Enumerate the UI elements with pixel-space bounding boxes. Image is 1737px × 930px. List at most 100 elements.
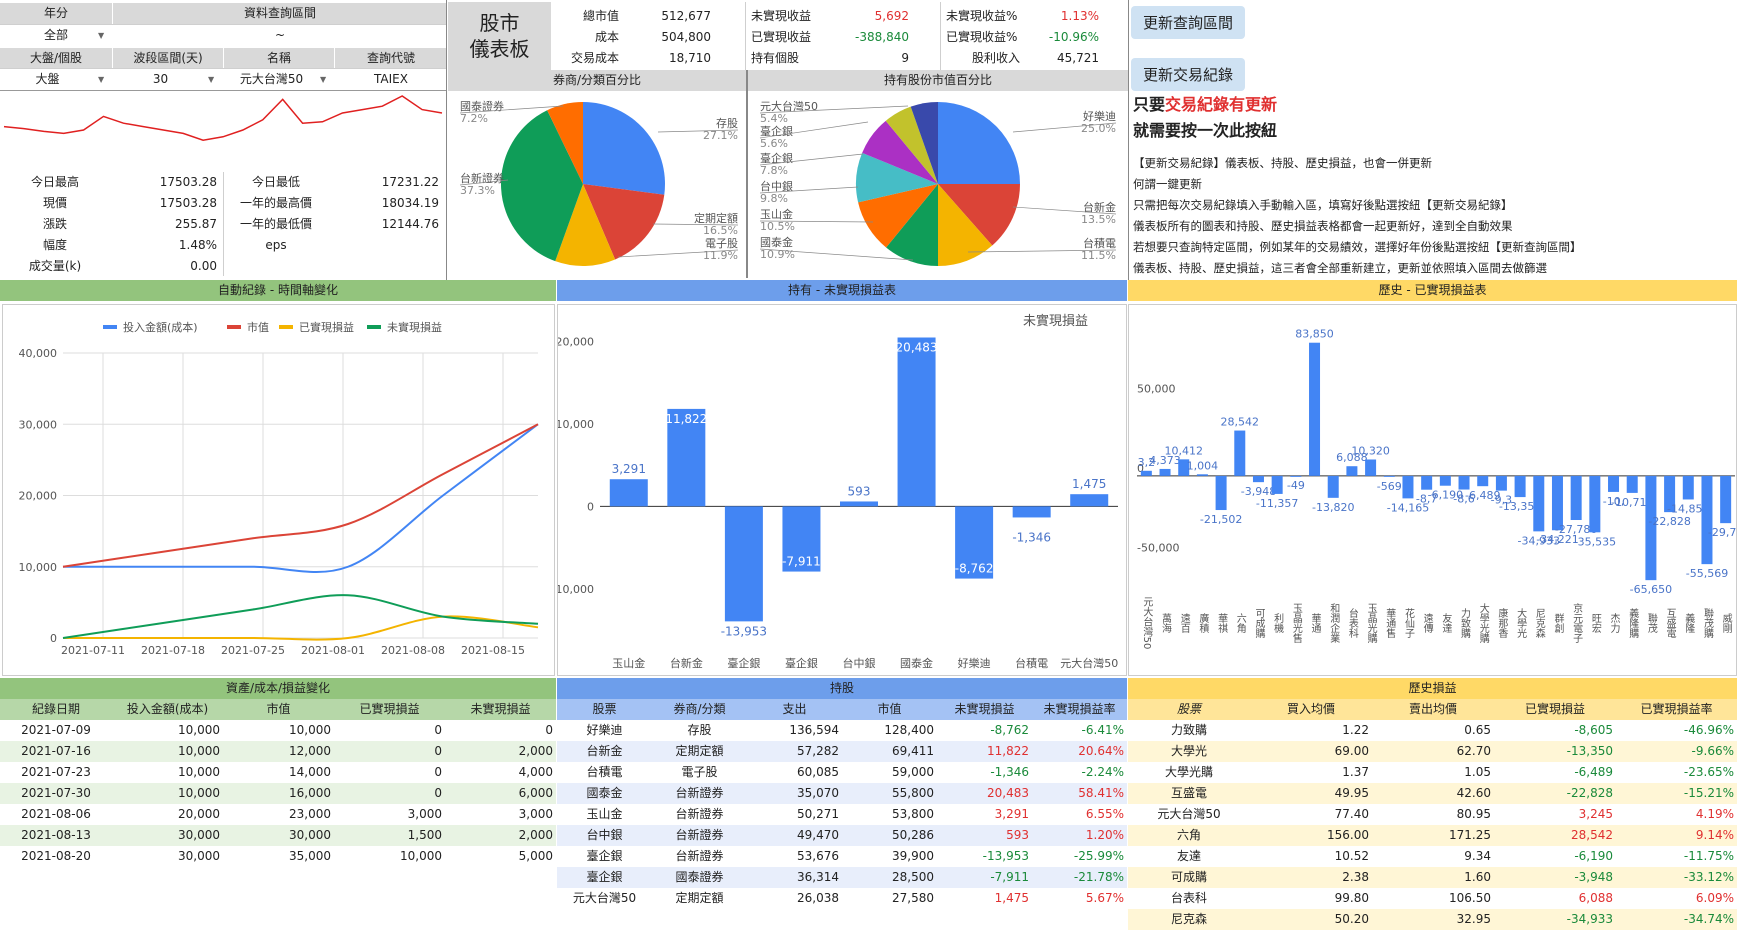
y-tick-label: -10,000 [557, 583, 594, 596]
table-cell: 玉山金 [586, 807, 623, 821]
y-tick-label: 10,000 [19, 561, 58, 574]
wave-select[interactable]: 30 [113, 69, 208, 90]
x-tick-label: 利機 [1272, 613, 1284, 634]
table-cell: 53,676 [797, 849, 839, 863]
bar [1421, 475, 1433, 490]
chevron-down-icon[interactable]: ▼ [98, 75, 104, 84]
bar [1365, 459, 1377, 476]
table-cell: 10,000 [400, 849, 442, 863]
bar-value-label: -35,535 [1574, 535, 1616, 548]
table-cell: -34.74% [1683, 912, 1734, 926]
table-header[interactable]: 股票 [557, 699, 652, 720]
table-header[interactable]: 賣出均價 [1372, 699, 1494, 720]
table-cell: 定期定額 [675, 891, 724, 905]
pie-chart-broker: 國泰證券7.2% 存股27.1%台新證券37.3%定期定額16.5%電子股11.9… [459, 99, 739, 266]
warning-line-2: 就需要按一次此按紐 [1133, 121, 1278, 140]
bar [1159, 468, 1171, 476]
table-header[interactable]: 未實現損益率 [1032, 699, 1127, 720]
chevron-down-icon[interactable]: ▼ [320, 75, 326, 84]
bar [840, 501, 878, 507]
table-cell: 台表科 [1170, 891, 1207, 905]
table-header[interactable]: 投入金額(成本) [112, 699, 223, 720]
update-trades-button[interactable]: 更新交易紀錄 [1131, 58, 1246, 91]
stat-label: 今日最高 [30, 175, 79, 189]
table-cell: 2021-08-20 [21, 849, 91, 863]
section-history: 歷史損益 [1128, 678, 1737, 699]
cost-value: 504,800 [661, 30, 711, 44]
year-select[interactable]: 全部 [0, 25, 112, 46]
name-select[interactable]: 元大台灣50 [224, 69, 319, 90]
bar-value-label: 3,291 [612, 462, 646, 476]
table-cell: -11.75% [1683, 849, 1734, 863]
table-cell: 1.20% [1085, 828, 1124, 842]
y-tick-label: 40,000 [19, 347, 58, 360]
table-header[interactable]: 股票 [1128, 699, 1250, 720]
pie-label-pct: 37.3% [460, 184, 495, 197]
stat-label: 幅度 [42, 238, 67, 252]
market-select[interactable]: 大盤 [0, 69, 95, 90]
warning-prefix: 只要 [1133, 95, 1166, 114]
bar-value-label: -29,76 [1708, 526, 1737, 539]
bar [1439, 475, 1451, 486]
table-cell: 5.67% [1085, 891, 1124, 905]
x-tick-label: 友達 [1440, 612, 1452, 633]
bar [1477, 475, 1489, 487]
table-cell: -6.41% [1081, 723, 1124, 737]
table-header[interactable]: 已實現損益 [334, 699, 445, 720]
table-header[interactable]: 已實現損益 [1494, 699, 1616, 720]
history-table: 股票 買入均價 賣出均價 已實現損益 已實現損益率 力致購 1.22 0.65 -8,605 -4… [1128, 699, 1737, 930]
table-cell: 國泰金 [586, 786, 623, 800]
table-header[interactable]: 已實現損益率 [1616, 699, 1737, 720]
bar [1458, 475, 1470, 490]
bar-value-label: -13,820 [1312, 501, 1354, 514]
table-cell: 台新證券 [675, 786, 724, 800]
table-header[interactable]: 紀錄日期 [0, 699, 112, 720]
holding-count-label: 持有個股 [751, 51, 800, 65]
chevron-down-icon[interactable]: ▼ [98, 31, 104, 40]
stat-value: 12144.76 [381, 217, 439, 231]
legend-swatch [367, 325, 381, 329]
legend-label: 投入金額(成本) [123, 320, 198, 334]
table-header[interactable]: 支出 [747, 699, 842, 720]
table-cell: 2021-08-06 [21, 807, 91, 821]
table-cell: 23,000 [289, 807, 331, 821]
pie-label: 台積電 [1083, 236, 1116, 250]
update-range-button[interactable]: 更新查詢區間 [1131, 6, 1246, 39]
table-cell: 1,500 [407, 828, 442, 842]
x-tick-label: 遠百 [1178, 612, 1190, 633]
table-header[interactable]: 未實現損益 [445, 699, 556, 720]
bar [1196, 474, 1208, 476]
table-cell: 39,900 [892, 849, 934, 863]
chevron-down-icon[interactable]: ▼ [208, 75, 214, 84]
x-tick-label: 台新金 [670, 656, 703, 670]
bar-value-label: -569 [1377, 480, 1402, 493]
bar-value-label: -7,911 [782, 555, 821, 569]
table-cell: -25.99% [1073, 849, 1124, 863]
range-label: 資料查詢區間 [113, 3, 447, 24]
bar [1215, 475, 1227, 511]
table-cell: 6,088 [1578, 891, 1613, 905]
table-cell: 4.19% [1695, 807, 1734, 821]
table-cell: 3,000 [518, 807, 553, 821]
table-cell: 62.70 [1456, 744, 1491, 758]
bar [1070, 494, 1109, 507]
table-header[interactable]: 市值 [223, 699, 334, 720]
table-cell: 台新金 [586, 744, 623, 758]
x-tick-label: 2021-08-15 [461, 644, 525, 657]
table-cell: 0 [434, 786, 442, 800]
table-cell: 10,000 [178, 723, 220, 737]
table-cell: 30,000 [178, 849, 220, 863]
table-header[interactable]: 買入均價 [1250, 699, 1372, 720]
x-tick-label: 臺企銀 [727, 656, 760, 670]
table-cell: -15.21% [1683, 786, 1734, 800]
pie-label-pct: 5.6% [760, 137, 788, 150]
table-header[interactable]: 市值 [842, 699, 937, 720]
bar-value-label: -49 [1287, 479, 1305, 492]
range-value[interactable]: ~ [113, 25, 447, 46]
table-cell: 元大台灣50 [1157, 807, 1221, 821]
pie-label-pct: 25.0% [1081, 122, 1116, 135]
bar [1682, 475, 1694, 500]
table-cell: 10,000 [178, 744, 220, 758]
table-header[interactable]: 券商/分類 [652, 699, 747, 720]
table-header[interactable]: 未實現損益 [937, 699, 1032, 720]
